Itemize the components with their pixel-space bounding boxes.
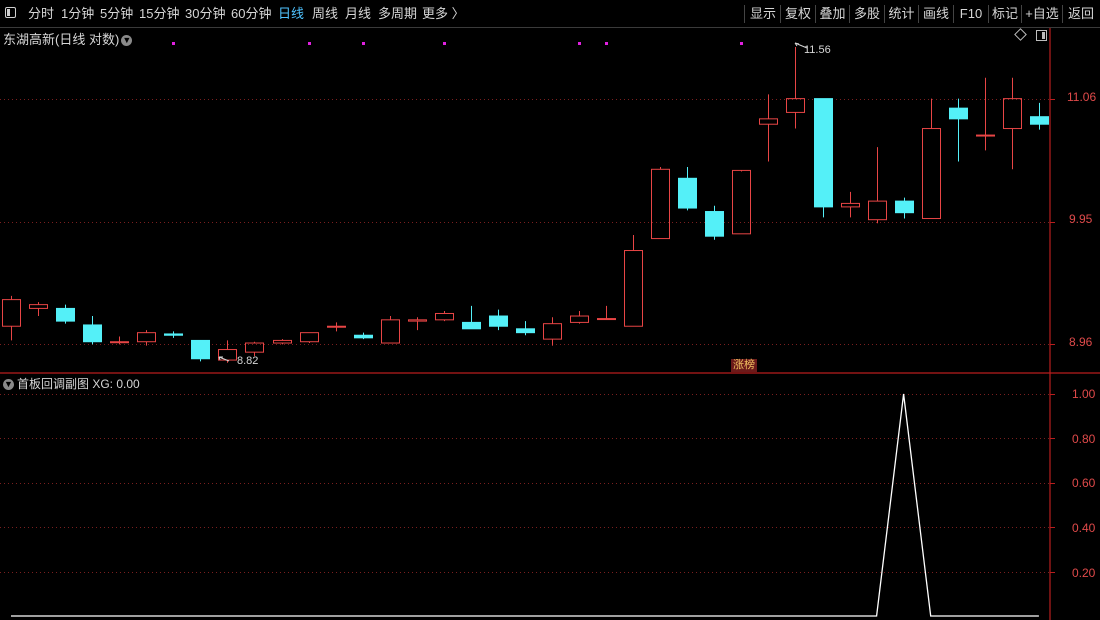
indicator-axis-label: 0.80 <box>1072 432 1096 446</box>
indicator-axis-label: 0.60 <box>1072 476 1096 490</box>
signal-marker <box>740 42 743 45</box>
candle-body <box>56 307 75 322</box>
candle-body <box>2 299 21 327</box>
candle-body <box>651 168 670 240</box>
candle-body <box>624 250 643 327</box>
candle-body <box>597 318 616 321</box>
candle-body <box>273 339 292 344</box>
price-axis-label: 8.96 <box>1069 335 1093 349</box>
candle-body <box>949 107 968 120</box>
candle-body <box>759 118 778 125</box>
signal-marker <box>362 42 365 45</box>
candle-body <box>786 98 805 113</box>
candle-body <box>354 334 373 339</box>
indicator-axis-label: 0.40 <box>1072 521 1096 535</box>
candle-body <box>218 349 237 361</box>
candle-body <box>110 341 129 344</box>
candle-body <box>164 333 183 336</box>
candle-body <box>489 315 508 327</box>
signal-marker <box>605 42 608 45</box>
window-layout-icon[interactable] <box>1036 30 1047 41</box>
candle-body <box>462 321 481 330</box>
indicator-title-text: 首板回调副图 XG: 0.00 <box>17 377 140 391</box>
kline-chart[interactable] <box>0 0 1100 620</box>
low-price-annotation: 8.82 <box>237 355 259 367</box>
candle-body <box>895 200 914 214</box>
signal-marker <box>443 42 446 45</box>
candle-body <box>516 328 535 334</box>
candle-body <box>408 319 427 322</box>
signal-marker <box>578 42 581 45</box>
chart-title-text: 东湖高新(日线 对数) <box>3 32 120 47</box>
candle-body <box>435 312 454 321</box>
signal-marker <box>172 42 175 45</box>
indicator-axis-label: 1.00 <box>1072 387 1096 401</box>
candle-body <box>543 323 562 340</box>
candle-body <box>1030 116 1049 125</box>
candle-body <box>705 211 724 237</box>
candle-body <box>570 315 589 323</box>
xg-signal-line <box>11 393 1039 617</box>
price-axis-label: 11.06 <box>1067 90 1097 104</box>
candle-body <box>300 332 319 343</box>
candle-body <box>814 98 833 208</box>
price-axis-label: 9.95 <box>1069 212 1093 226</box>
candle-body <box>841 202 860 208</box>
chevron-down-icon[interactable]: ▼ <box>3 379 14 391</box>
high-price-annotation: 11.56 <box>804 44 831 56</box>
zhangbang-badge[interactable]: 涨榜 <box>731 359 757 372</box>
candle-body <box>29 304 48 309</box>
candle-body <box>868 200 887 221</box>
candle-body <box>922 128 941 220</box>
indicator-title[interactable]: ▼ 首板回调副图 XG: 0.00 <box>3 375 140 392</box>
candle-body <box>327 325 346 328</box>
candle-body <box>381 319 400 344</box>
signal-marker <box>308 42 311 45</box>
candle-body <box>137 332 156 343</box>
chevron-down-icon[interactable]: ▼ <box>121 35 133 47</box>
candle-body <box>678 177 697 209</box>
candle-body <box>191 339 210 360</box>
chart-title[interactable]: 东湖高新(日线 对数) ▼ <box>3 29 133 48</box>
candle-body <box>976 134 995 137</box>
candle-body <box>83 324 102 343</box>
candle-body <box>1003 98 1022 130</box>
indicator-axis-label: 0.20 <box>1072 566 1096 580</box>
candle-body <box>732 169 751 235</box>
